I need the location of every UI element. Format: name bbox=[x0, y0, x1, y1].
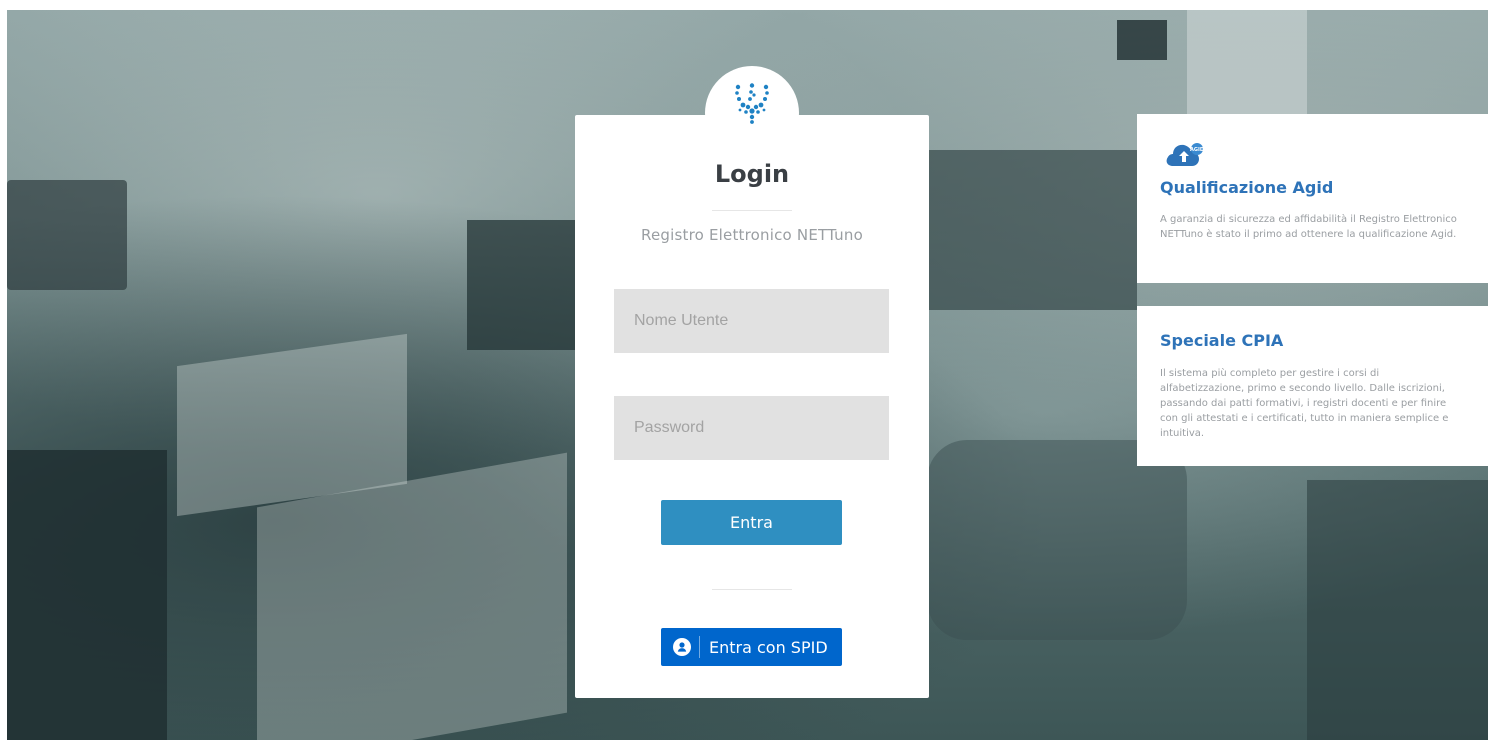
nettuno-trident-logo-icon bbox=[735, 83, 769, 124]
login-subtitle: Registro Elettronico NETTuno bbox=[641, 226, 863, 244]
agid-card-title: Qualificazione Agid bbox=[1160, 178, 1334, 197]
password-input[interactable] bbox=[614, 396, 889, 460]
login-title: Login bbox=[714, 160, 790, 188]
bg-person bbox=[927, 440, 1187, 640]
info-card-cpia: Speciale CPIA Il sistema più completo pe… bbox=[1137, 306, 1488, 466]
bg-person bbox=[1307, 480, 1488, 740]
spid-divider bbox=[712, 589, 792, 590]
bg-monitor bbox=[7, 180, 127, 290]
agid-card-text: A garanzia di sicurezza ed affidabilità … bbox=[1160, 214, 1457, 240]
bg-monitor bbox=[467, 220, 577, 350]
spid-user-icon bbox=[673, 638, 691, 656]
logo-badge bbox=[705, 66, 799, 160]
spid-button-label: Entra con SPID bbox=[709, 637, 828, 657]
login-button[interactable]: Entra bbox=[661, 500, 842, 545]
username-input[interactable] bbox=[614, 289, 889, 353]
info-card-agid: AGID Qualificazione Agid A garanzia di s… bbox=[1137, 114, 1488, 283]
title-divider bbox=[712, 210, 792, 211]
cloud-agid-icon: AGID bbox=[1166, 143, 1204, 166]
cpia-card-text: Il sistema più completo per gestire i co… bbox=[1160, 368, 1449, 439]
bg-window bbox=[1187, 10, 1307, 120]
cpia-card-title: Speciale CPIA bbox=[1160, 331, 1284, 350]
bg-desk bbox=[7, 450, 167, 740]
bg-screen bbox=[1117, 20, 1167, 60]
spid-separator bbox=[699, 636, 700, 658]
spid-login-button[interactable]: Entra con SPID bbox=[661, 628, 842, 666]
bg-monitors bbox=[907, 150, 1137, 310]
svg-text:AGID: AGID bbox=[1190, 147, 1204, 153]
